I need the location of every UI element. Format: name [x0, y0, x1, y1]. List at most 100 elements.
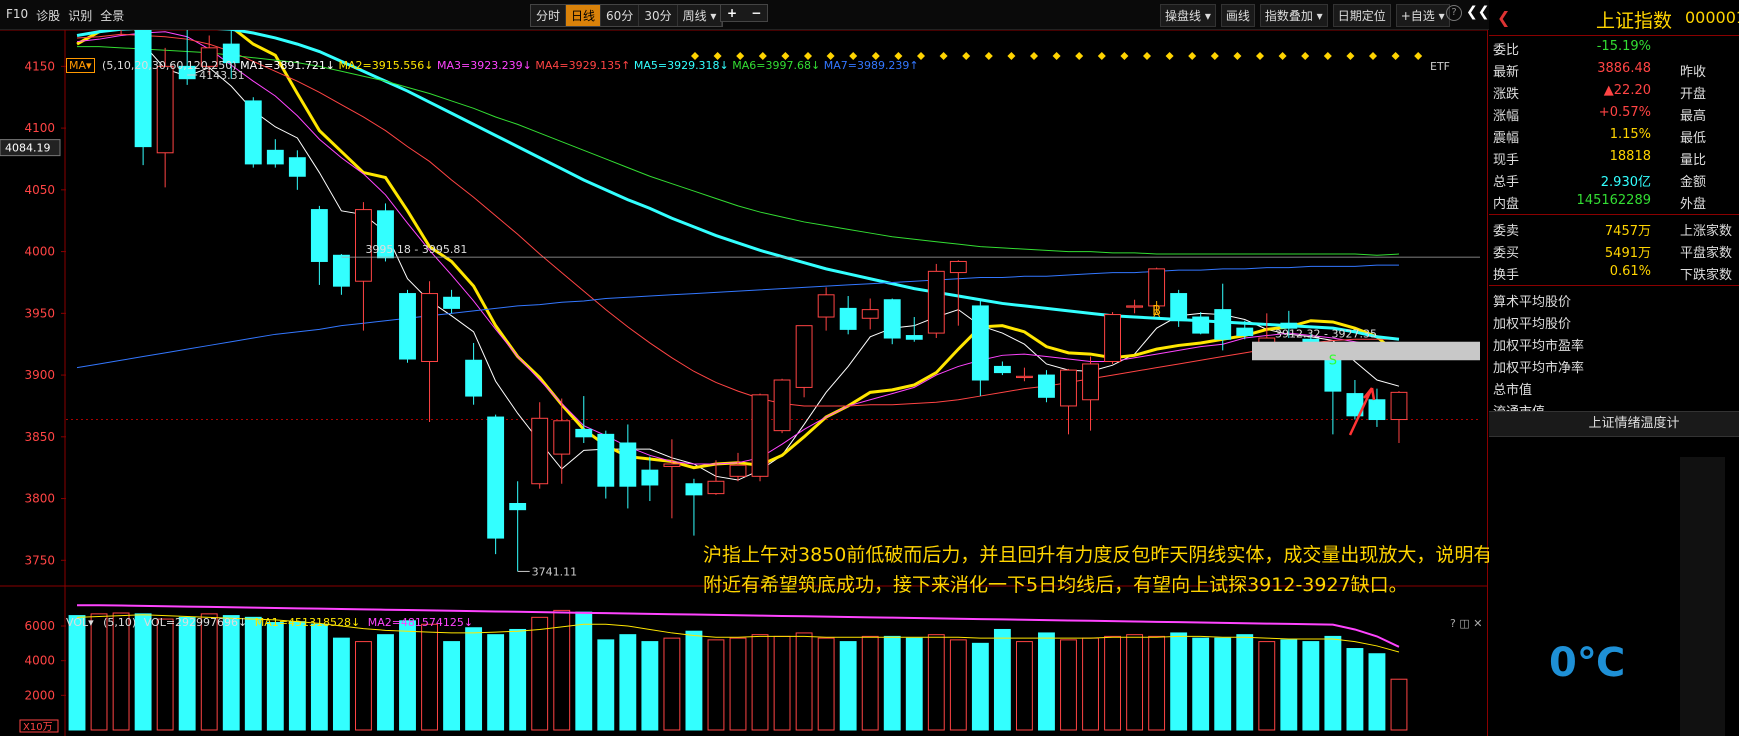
y-tick-label: 4150 — [24, 59, 55, 73]
volume-bar — [751, 634, 769, 731]
volume-bar — [619, 634, 637, 731]
candle-body — [685, 483, 703, 496]
date-locate-button[interactable]: 日期定位 — [1332, 4, 1391, 27]
row-label-2: 量比 — [1680, 153, 1707, 168]
volume-panel-controls[interactable]: ? ◫ ✕ — [1450, 617, 1482, 630]
period-daily[interactable]: 日线 — [566, 5, 602, 26]
zoom-out-button[interactable]: − — [751, 6, 761, 20]
vol-y-tick-label: 6000 — [24, 619, 55, 633]
row-value: 7457万 — [1604, 224, 1651, 239]
volume-bar — [222, 615, 240, 731]
quote-rows: 委比 -15.19% 最新 3886.48 昨收 涨跌 ▲22.20 开盘 涨幅 +0.57% 最高… — [1489, 36, 1739, 212]
volume-bar — [1214, 637, 1232, 731]
signal-diamond — [1143, 52, 1151, 60]
thermometer-bar — [1680, 457, 1725, 736]
etf-label[interactable]: ETF — [1430, 60, 1450, 73]
candle-body — [332, 254, 350, 287]
identify-button[interactable]: 识别 — [68, 7, 92, 24]
chart-area[interactable]: 4150 4100 4050 4000 3950 3900 3850 3800 3750 4084… — [0, 30, 1674, 736]
collapse-icon[interactable]: ❮❮ — [1466, 4, 1489, 20]
ma-value-3: MA3=3923.239↓ — [433, 59, 532, 72]
volume-selector[interactable]: VOL▾ — [66, 616, 94, 629]
period-30min[interactable]: 30分 — [639, 5, 678, 26]
quote-row: 委比 -15.19% — [1489, 36, 1739, 58]
y-tick-label: 3800 — [24, 492, 55, 506]
toolbar-right-menu: 操盘线 ▾ 画线 指数叠加 ▾ 日期定位 +自选 ▾ — [1160, 4, 1450, 27]
index-code: 000001 — [1685, 8, 1739, 27]
volume-bar — [355, 641, 372, 731]
ma-value-5: MA5=3929.318↓ — [630, 59, 729, 72]
volume-bar — [1192, 637, 1210, 731]
f10-button[interactable]: F10 — [6, 7, 28, 24]
row-value: -15.19% — [1596, 39, 1651, 54]
quote-row: 最新 3886.48 昨收 — [1489, 58, 1739, 80]
candle-body — [927, 270, 945, 334]
back-icon[interactable]: ❮ — [1497, 8, 1510, 27]
candle-body — [597, 433, 615, 487]
y-tick-label: 3750 — [24, 553, 55, 567]
row-label: 最新 — [1493, 65, 1520, 80]
gap-label-left: 3995.18 - 3995.81 — [365, 243, 467, 256]
candle-body — [751, 394, 769, 477]
ma-values: MA1=3891.721↓ MA2=3915.556↓ MA3=3923.239… — [240, 59, 919, 72]
quote-row: 内盘 145162289 外盘 — [1489, 190, 1739, 212]
ma-value-4: MA4=3929.135↑ — [531, 59, 631, 72]
candle-body — [1214, 309, 1232, 340]
candle-body — [663, 463, 681, 467]
index-overlay-dropdown[interactable]: 指数叠加 ▾ — [1259, 4, 1328, 27]
candle-body — [1082, 363, 1099, 401]
stat-item[interactable]: 加权平均股价 — [1489, 310, 1739, 332]
add-watchlist-dropdown[interactable]: +自选 ▾ — [1395, 4, 1450, 27]
draw-line-button[interactable]: 画线 — [1220, 4, 1255, 27]
trading-line-dropdown[interactable]: 操盘线 ▾ — [1160, 4, 1216, 27]
period-intraday[interactable]: 分时 — [531, 5, 567, 26]
stat-item[interactable]: 算术平均股价 — [1489, 288, 1739, 310]
row-value: 145162289 — [1576, 193, 1651, 208]
panorama-button[interactable]: 全景 — [100, 7, 124, 24]
order-row: 委卖 7457万 上涨家数 — [1489, 217, 1739, 239]
volume-bar — [244, 616, 262, 731]
volume-bar — [883, 635, 901, 731]
zoom-in-button[interactable]: + — [727, 6, 737, 20]
diagnose-button[interactable]: 诊股 — [36, 7, 60, 24]
row-label-2: 上涨家数 — [1680, 224, 1733, 239]
ma-selector[interactable]: MA▾ — [66, 58, 95, 73]
volume-bar — [553, 609, 571, 731]
candle-body — [266, 149, 284, 165]
row-label-2: 昨收 — [1680, 65, 1707, 80]
period-weekly-dropdown[interactable]: 周线 ▾ — [678, 5, 723, 26]
candle-body — [839, 307, 857, 330]
ma-params: (5,10,20,30,60,120,250) — [102, 59, 237, 72]
current-price-text: 4084.19 — [5, 142, 51, 155]
signal-diamond — [1369, 52, 1377, 60]
vol-y-tick-label: 4000 — [24, 654, 55, 668]
volume-bar — [1302, 641, 1320, 731]
vol-y-tick-label: 2000 — [24, 688, 55, 702]
y-tick-label: 3900 — [24, 368, 55, 382]
volume-ma1: MA1=451318528↓ — [254, 616, 361, 629]
y-tick-label: 4100 — [24, 121, 55, 135]
stat-item[interactable]: 加权平均市净率 — [1489, 354, 1739, 376]
volume-bar — [597, 639, 615, 731]
quote-row: 现手 18818 量比 — [1489, 146, 1739, 168]
row-label-2: 开盘 — [1680, 87, 1707, 102]
kline-chart[interactable]: 4150 4100 4050 4000 3950 3900 3850 3800 3750 4084… — [0, 30, 1488, 736]
vol-unit-label: X10万 — [23, 722, 53, 733]
volume-bar — [663, 637, 681, 731]
candle-body — [575, 428, 593, 438]
volume-legend: VOL▾ (5,10) VOL=292997696↓ MA1=451318528… — [66, 616, 473, 629]
signal-diamond — [1346, 52, 1355, 60]
help-icon[interactable]: ? — [1446, 5, 1462, 21]
stat-item[interactable]: 加权平均市盈率 — [1489, 332, 1739, 354]
volume-bar — [1390, 678, 1408, 731]
volume-bar — [971, 642, 989, 731]
period-60min[interactable]: 60分 — [601, 5, 640, 26]
volume-bar — [90, 613, 108, 731]
quote-row: 震幅 1.15% 最低 — [1489, 124, 1739, 146]
signal-diamond — [939, 52, 948, 60]
quote-sidebar: ❮ 上证指数 000001 委比 -15.19% 最新 3886.48 昨收涨跌 ▲22.… — [1489, 0, 1739, 736]
volume-bar — [1038, 632, 1055, 731]
candle-body — [1148, 268, 1166, 307]
volume-bar — [817, 637, 835, 731]
stat-item[interactable]: 总市值 — [1489, 376, 1739, 398]
